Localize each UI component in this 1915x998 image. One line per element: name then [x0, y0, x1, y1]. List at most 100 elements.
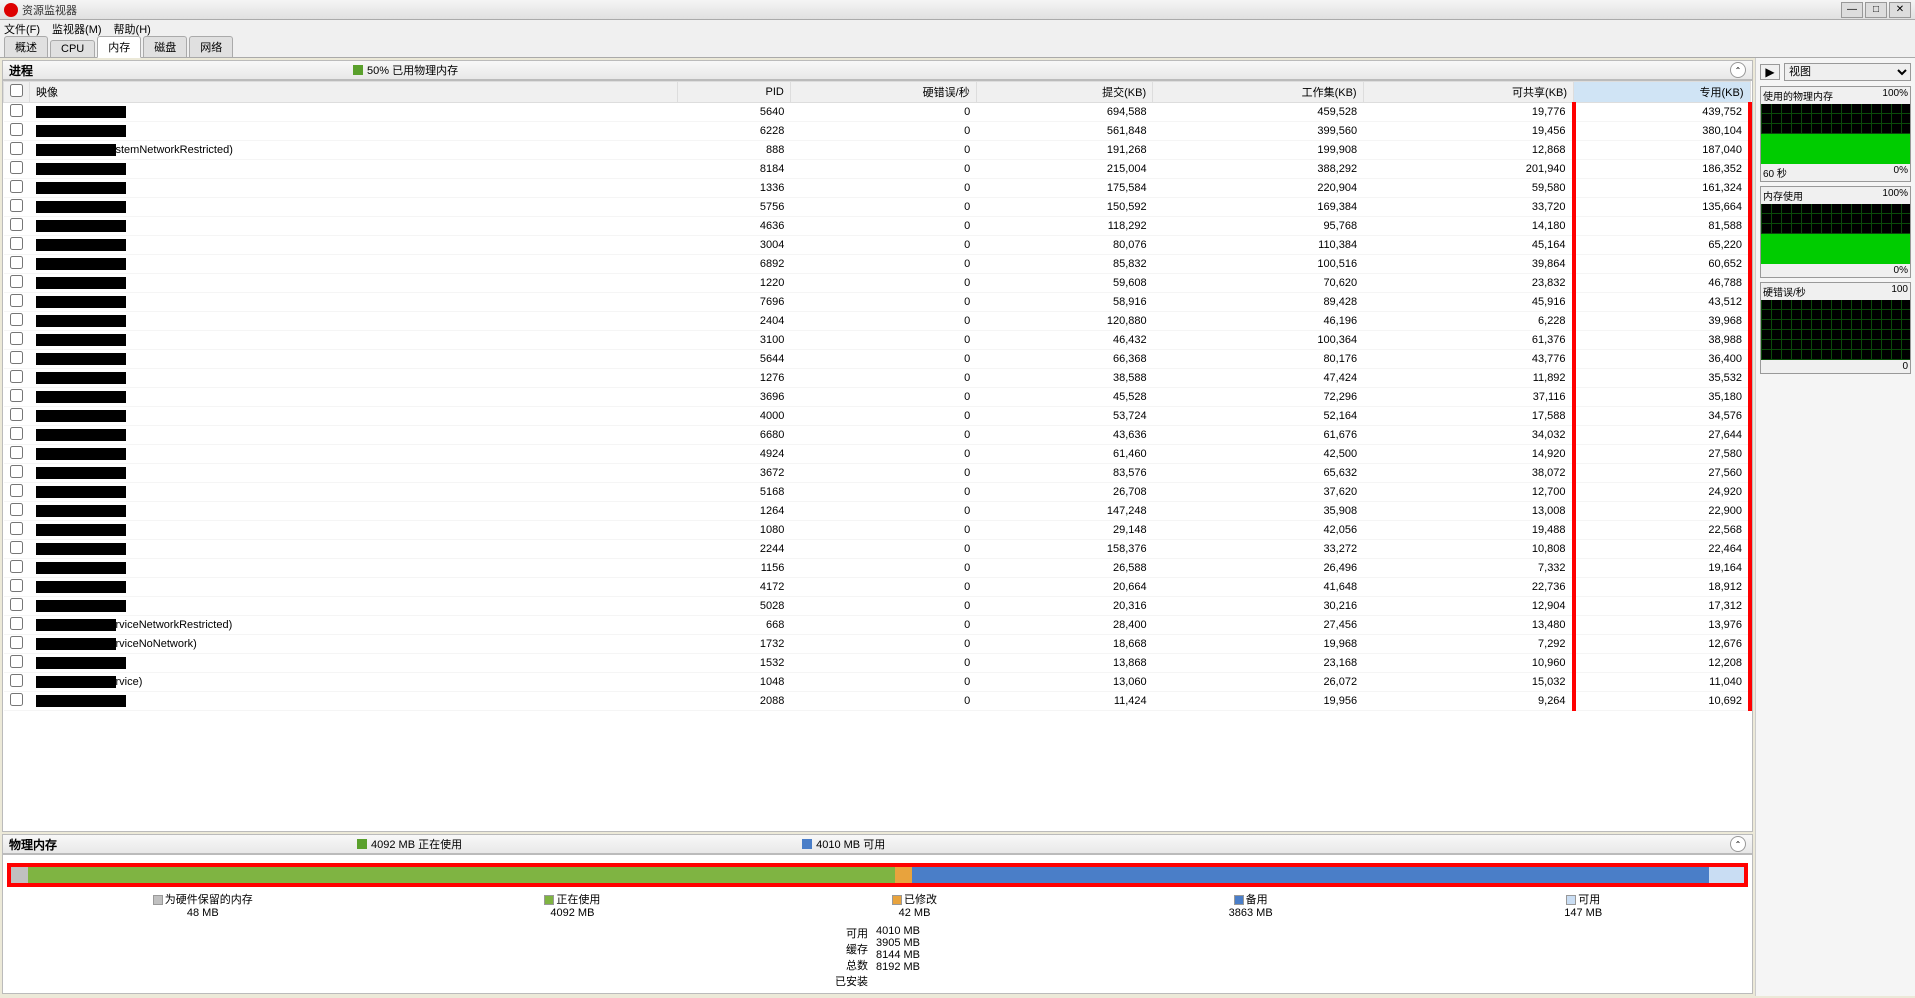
- table-row[interactable]: 6680043,63661,67634,03227,644: [4, 426, 1751, 445]
- table-row[interactable]: 1276038,58847,42411,89235,532: [4, 369, 1751, 388]
- physmem-segment: [895, 867, 912, 883]
- tab-概述[interactable]: 概述: [4, 36, 48, 57]
- row-checkbox[interactable]: [10, 370, 23, 383]
- table-row[interactable]: 6892085,832100,51639,86460,652: [4, 255, 1751, 274]
- row-checkbox[interactable]: [10, 294, 23, 307]
- physmem-panel-header[interactable]: 物理内存 4092 MB 正在使用 4010 MB 可用 ⌃: [2, 834, 1753, 854]
- row-checkbox[interactable]: [10, 636, 23, 649]
- row-checkbox[interactable]: [10, 484, 23, 497]
- row-checkbox[interactable]: [10, 579, 23, 592]
- table-row[interactable]: 4172020,66441,64822,73618,912: [4, 578, 1751, 597]
- row-checkbox[interactable]: [10, 256, 23, 269]
- table-row[interactable]: 7696058,91689,42845,91643,512: [4, 293, 1751, 312]
- row-checkbox[interactable]: [10, 199, 23, 212]
- col-header[interactable]: 映像: [30, 82, 678, 103]
- row-checkbox[interactable]: [10, 408, 23, 421]
- table-row[interactable]: 5644066,36880,17643,77636,400: [4, 350, 1751, 369]
- table-row[interactable]: 4924061,46042,50014,92027,580: [4, 445, 1751, 464]
- row-checkbox[interactable]: [10, 446, 23, 459]
- physmem-segment: [912, 867, 1709, 883]
- table-row[interactable]: 1156026,58826,4967,33219,164: [4, 559, 1751, 578]
- collapse-icon[interactable]: ⌃: [1730, 836, 1746, 852]
- tab-网络[interactable]: 网络: [189, 36, 233, 57]
- row-checkbox[interactable]: [10, 389, 23, 402]
- row-checkbox[interactable]: [10, 218, 23, 231]
- menu-monitor[interactable]: 监视器(M): [52, 21, 102, 37]
- col-header[interactable]: PID: [677, 82, 790, 103]
- row-checkbox[interactable]: [10, 332, 23, 345]
- physmem-panel: 为硬件保留的内存48 MB正在使用4092 MB已修改42 MB备用3863 M…: [2, 854, 1753, 994]
- table-row[interactable]: 57560150,592169,38433,720135,664: [4, 198, 1751, 217]
- row-checkbox[interactable]: [10, 142, 23, 155]
- select-all-checkbox[interactable]: [10, 84, 23, 97]
- table-row[interactable]: 24040120,88046,1966,22839,968: [4, 312, 1751, 331]
- row-checkbox[interactable]: [10, 598, 23, 611]
- tab-内存[interactable]: 内存: [97, 36, 141, 58]
- row-checkbox[interactable]: [10, 313, 23, 326]
- col-header[interactable]: 工作集(KB): [1153, 82, 1363, 103]
- back-arrow-icon[interactable]: ▶: [1760, 64, 1780, 80]
- tab-CPU[interactable]: CPU: [50, 40, 95, 57]
- col-header[interactable]: 可共享(KB): [1363, 82, 1573, 103]
- table-row[interactable]: 81840215,004388,292201,940186,352: [4, 160, 1751, 179]
- row-checkbox[interactable]: [10, 522, 23, 535]
- menu-help[interactable]: 帮助(H): [114, 21, 151, 37]
- table-row[interactable]: 2088011,42419,9569,26410,692: [4, 692, 1751, 711]
- view-select[interactable]: 视图: [1784, 63, 1911, 81]
- row-checkbox[interactable]: [10, 655, 23, 668]
- row-checkbox[interactable]: [10, 541, 23, 554]
- row-checkbox[interactable]: [10, 560, 23, 573]
- row-checkbox[interactable]: [10, 180, 23, 193]
- table-row[interactable]: 56400694,588459,52819,776439,752: [4, 103, 1751, 122]
- process-panel-title: 进程: [9, 62, 33, 79]
- physmem-segment: [1709, 867, 1744, 883]
- tab-磁盘[interactable]: 磁盘: [143, 36, 187, 57]
- table-row[interactable]: 22440158,37633,27210,80822,464: [4, 540, 1751, 559]
- physmem-bar: [7, 863, 1748, 887]
- table-row[interactable]: 13360175,584220,90459,580161,324: [4, 179, 1751, 198]
- row-checkbox[interactable]: [10, 693, 23, 706]
- table-row[interactable]: 3696045,52872,29637,11635,180: [4, 388, 1751, 407]
- legend-item: 已修改42 MB: [892, 891, 937, 919]
- table-row[interactable]: 1532013,86823,16810,96012,208: [4, 654, 1751, 673]
- table-row[interactable]: rvice)1048013,06026,07215,03211,040: [4, 673, 1751, 692]
- table-row[interactable]: 1220059,60870,62023,83246,788: [4, 274, 1751, 293]
- table-row[interactable]: 3672083,57665,63238,07227,560: [4, 464, 1751, 483]
- row-checkbox[interactable]: [10, 674, 23, 687]
- table-row[interactable]: 62280561,848399,56019,456380,104: [4, 122, 1751, 141]
- table-row[interactable]: stemNetworkRestricted)8880191,268199,908…: [4, 141, 1751, 160]
- table-row[interactable]: 5168026,70837,62012,70024,920: [4, 483, 1751, 502]
- maximize-button[interactable]: □: [1865, 2, 1887, 18]
- menu-file[interactable]: 文件(F): [4, 21, 40, 37]
- app-icon: [4, 3, 18, 17]
- table-row[interactable]: rviceNetworkRestricted)668028,40027,4561…: [4, 616, 1751, 635]
- row-checkbox[interactable]: [10, 275, 23, 288]
- table-row[interactable]: 3100046,432100,36461,37638,988: [4, 331, 1751, 350]
- table-row[interactable]: 12640147,24835,90813,00822,900: [4, 502, 1751, 521]
- minimize-button[interactable]: —: [1841, 2, 1863, 18]
- col-header[interactable]: 硬错误/秒: [790, 82, 976, 103]
- table-row[interactable]: 3004080,076110,38445,16465,220: [4, 236, 1751, 255]
- physmem-panel-title: 物理内存: [9, 836, 57, 853]
- row-checkbox[interactable]: [10, 123, 23, 136]
- col-header[interactable]: 专用(KB): [1574, 82, 1750, 103]
- table-row[interactable]: 1080029,14842,05619,48822,568: [4, 521, 1751, 540]
- row-checkbox[interactable]: [10, 617, 23, 630]
- col-header[interactable]: 提交(KB): [976, 82, 1152, 103]
- row-checkbox[interactable]: [10, 237, 23, 250]
- table-row[interactable]: 46360118,29295,76814,18081,588: [4, 217, 1751, 236]
- row-checkbox[interactable]: [10, 427, 23, 440]
- collapse-icon[interactable]: ⌃: [1730, 62, 1746, 78]
- table-row[interactable]: 4000053,72452,16417,58834,576: [4, 407, 1751, 426]
- row-checkbox[interactable]: [10, 351, 23, 364]
- table-row[interactable]: rviceNoNetwork)1732018,66819,9687,29212,…: [4, 635, 1751, 654]
- process-table-panel[interactable]: 映像PID硬错误/秒提交(KB)工作集(KB)可共享(KB)专用(KB) 564…: [2, 80, 1753, 832]
- process-panel-header[interactable]: 进程 50% 已用物理内存 ⌃: [2, 60, 1753, 80]
- row-checkbox[interactable]: [10, 104, 23, 117]
- row-checkbox[interactable]: [10, 503, 23, 516]
- row-checkbox[interactable]: [10, 465, 23, 478]
- physmem-stat2-label: 4010 MB 可用: [816, 836, 885, 852]
- close-button[interactable]: ✕: [1889, 2, 1911, 18]
- table-row[interactable]: 5028020,31630,21612,90417,312: [4, 597, 1751, 616]
- row-checkbox[interactable]: [10, 161, 23, 174]
